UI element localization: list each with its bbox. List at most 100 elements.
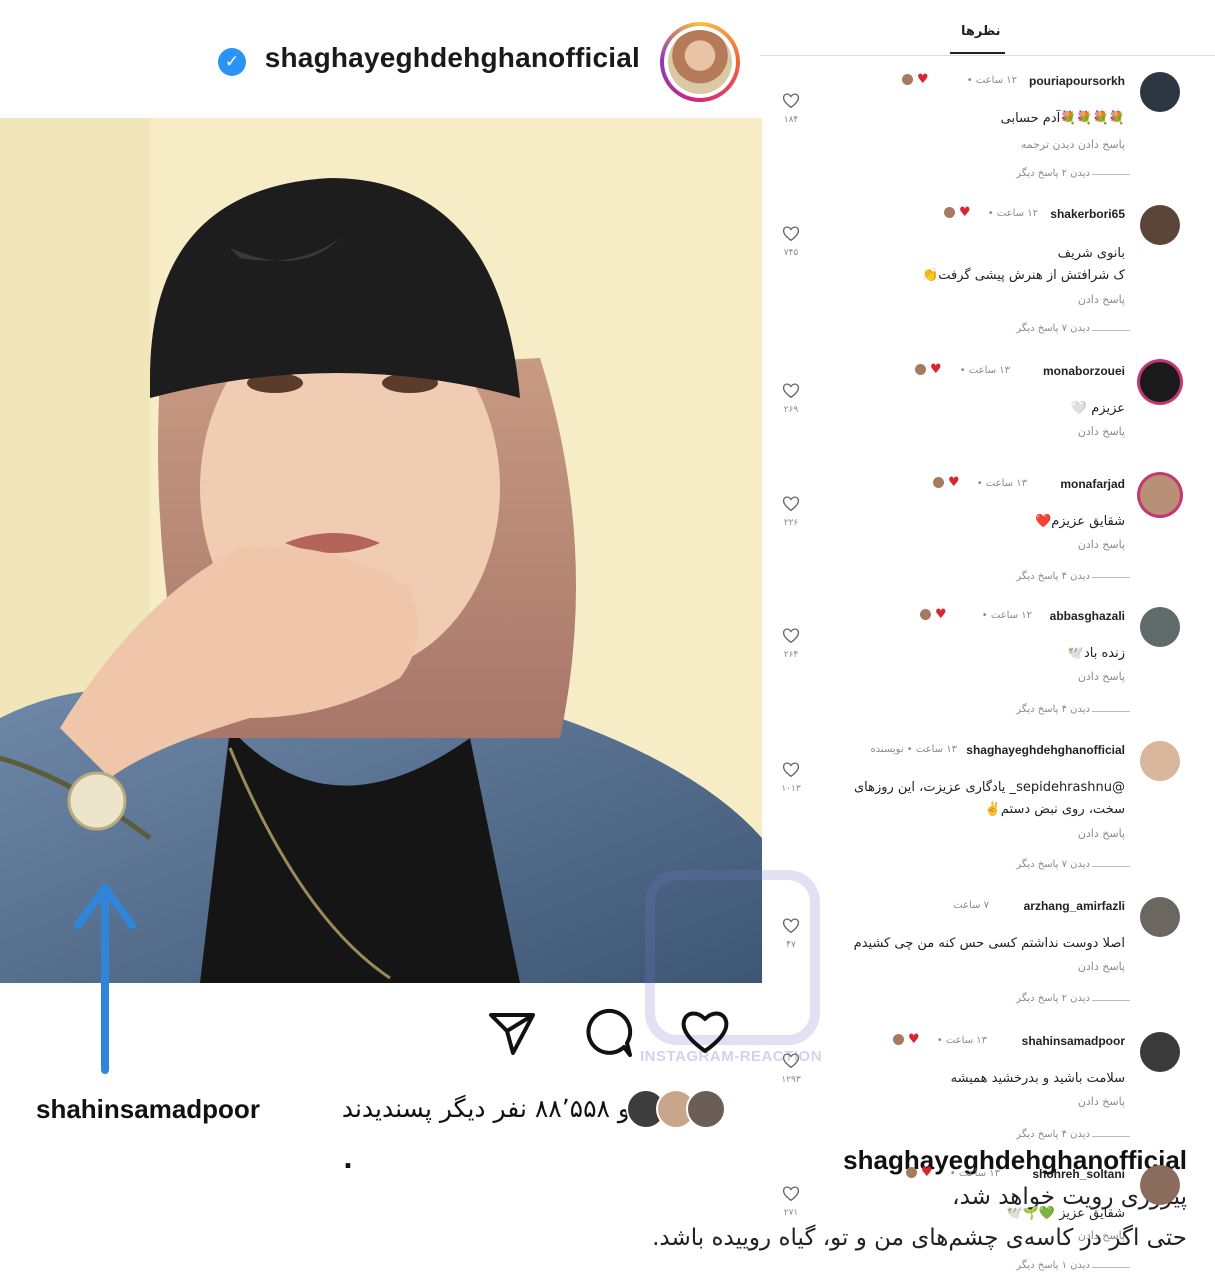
commenter-avatar[interactable]: [1140, 475, 1180, 515]
heart-outline-icon: [782, 628, 800, 644]
comment-like-count: ۲۶۹: [783, 405, 799, 415]
author-liked-icon: ♥: [920, 607, 960, 622]
commenter-username[interactable]: pouriapoursorkh: [1029, 74, 1125, 88]
comment-text: شقایق عزیزم❤️: [1035, 514, 1125, 529]
reply-button[interactable]: پاسخ دادن: [1078, 425, 1125, 438]
comment-like-button[interactable]: ۲۲۶: [780, 495, 802, 528]
heart-outline-icon: [782, 762, 800, 778]
commenter-username[interactable]: monaborzouei: [1043, 364, 1125, 378]
view-replies-link[interactable]: دیدن ۲ پاسخ دیگر: [1016, 168, 1090, 179]
divider: [1092, 577, 1130, 578]
share-icon[interactable]: [485, 1005, 539, 1059]
comment-like-count: ۲۷۱: [783, 1208, 799, 1218]
author-liked-icon: ♥: [906, 1165, 946, 1180]
post-author-username[interactable]: shaghayeghdehghanofficial: [265, 42, 640, 74]
heart-outline-icon: [782, 93, 800, 109]
reply-button[interactable]: پاسخ دادن: [1078, 1229, 1125, 1242]
comment-like-button[interactable]: ۲۶۹: [780, 382, 802, 415]
comment-like-count: ۲۲۶: [783, 518, 799, 528]
comment-text: @sepidehrashnu_ یادگاری عزیزت، این روزها…: [853, 780, 1125, 795]
commenter-username[interactable]: shohreh_soltani: [1032, 1167, 1125, 1181]
heart-outline-icon: [782, 1186, 800, 1202]
comment-like-button[interactable]: ۷۴۵: [780, 225, 802, 258]
commenter-avatar[interactable]: [1140, 741, 1180, 781]
view-replies-link[interactable]: دیدن ۴ پاسخ دیگر: [1016, 704, 1090, 715]
author-liked-icon: ♥: [893, 1032, 933, 1047]
likes-count-text[interactable]: و ۸۸٬۵۵۸ نفر دیگر پسندیدند: [342, 1094, 630, 1123]
reply-button[interactable]: پاسخ دادن: [1078, 538, 1125, 551]
view-replies-link[interactable]: دیدن ۷ پاسخ دیگر: [1016, 859, 1090, 870]
comment-text: سخت، روی نبض دستم✌️: [984, 802, 1125, 817]
author-liked-icon: ♥: [933, 475, 973, 490]
commenter-avatar[interactable]: [1140, 1165, 1180, 1205]
commenter-avatar[interactable]: [1140, 72, 1180, 112]
commenter-username[interactable]: arzhang_amirfazli: [1024, 899, 1125, 913]
view-replies-link[interactable]: دیدن ۷ پاسخ دیگر: [1016, 323, 1090, 334]
heart-outline-icon: [782, 383, 800, 399]
comment-like-button[interactable]: ۲۷۱: [780, 1185, 802, 1218]
comment-like-button[interactable]: ۱۰۱۳: [780, 761, 802, 794]
commenter-avatar[interactable]: [1140, 362, 1180, 402]
author-avatar[interactable]: [660, 22, 740, 102]
verified-badge-icon: ✓: [218, 48, 246, 76]
comment-text: زنده باد🕊️: [1067, 646, 1125, 661]
commenter-username[interactable]: shahinsamadpoor: [1022, 1034, 1125, 1048]
comment-icon[interactable]: [580, 1005, 634, 1059]
selfie-illustration: [0, 118, 762, 983]
post-header: ✓ shaghayeghdehghanofficial: [0, 0, 760, 115]
comment-time: ۱۳ ساعت •: [936, 1035, 987, 1046]
post-photo[interactable]: [0, 118, 762, 983]
comment-time: ۱۲ ساعت •: [987, 208, 1038, 219]
comment-text: عزیزم 🤍: [1070, 401, 1125, 416]
divider: [1092, 711, 1130, 712]
commenter-avatar[interactable]: [1140, 897, 1180, 937]
comment-item: shakerbori65 ۱۲ ساعت • ♥ بانوی شریف ک شر…: [760, 205, 1215, 345]
comment-like-count: ۱۲۹۳: [781, 1075, 801, 1085]
comment-item: shahinsamadpoor ۱۳ ساعت • ♥ سلامت باشید …: [760, 1032, 1215, 1152]
comment-like-button[interactable]: ۱۸۴: [780, 92, 802, 125]
comment-text: سلامت باشید و بدرخشید همیشه: [950, 1071, 1125, 1086]
commenter-avatar[interactable]: [1140, 205, 1180, 245]
comment-item: pouriapoursorkh ۱۲ ساعت • ♥ 💐💐💐💐آدم حساب…: [760, 72, 1215, 192]
commenter-avatar[interactable]: [1140, 607, 1180, 647]
comment-like-button[interactable]: ۱۲۹۳: [780, 1052, 802, 1085]
reply-button[interactable]: پاسخ دادن: [1078, 827, 1125, 840]
likes-row: shahinsamadpoor و ۸۸٬۵۵۸ نفر دیگر پسندید…: [0, 1082, 760, 1137]
reply-button[interactable]: پاسخ دادن: [1078, 670, 1125, 683]
comment-like-button[interactable]: ۲۶۴: [780, 627, 802, 660]
liker-avatar: [686, 1089, 726, 1129]
commenter-avatar[interactable]: [1140, 1032, 1180, 1072]
author-liked-icon: ♥: [915, 362, 955, 377]
view-replies-link[interactable]: دیدن ۱ پاسخ دیگر: [1016, 1260, 1090, 1271]
divider: [1092, 1267, 1130, 1268]
comment-item: monaborzouei ۱۳ ساعت • ♥ عزیزم 🤍 پاسخ دا…: [760, 362, 1215, 462]
divider: [1092, 866, 1130, 867]
commenter-username[interactable]: shaghayeghdehghanofficial: [966, 743, 1125, 757]
commenter-username[interactable]: abbasghazali: [1050, 609, 1125, 623]
reply-button[interactable]: پاسخ دادن دیدن ترجمه: [1021, 138, 1125, 151]
divider: [1092, 1136, 1130, 1137]
comment-like-button[interactable]: ۴۷: [780, 917, 802, 950]
post-actions: [0, 985, 760, 1075]
reply-button[interactable]: پاسخ دادن: [1078, 293, 1125, 306]
commenter-username[interactable]: shakerbori65: [1050, 207, 1125, 221]
comment-time: ۱۳ ساعت •: [959, 365, 1010, 376]
reply-button[interactable]: پاسخ دادن: [1078, 960, 1125, 973]
view-replies-link[interactable]: دیدن ۴ پاسخ دیگر: [1016, 1129, 1090, 1140]
comment-item: arzhang_amirfazli ۷ ساعت اصلا دوست نداشت…: [760, 897, 1215, 1017]
comment-item: shohreh_soltani ۱۳ ساعت • ♥ شقایق عزیز 💚…: [760, 1165, 1215, 1277]
view-replies-link[interactable]: دیدن ۴ پاسخ دیگر: [1016, 571, 1090, 582]
comments-header: نظرها: [760, 0, 1215, 56]
divider: [1092, 330, 1130, 331]
comment-item: monafarjad ۱۳ ساعت • ♥ شقایق عزیزم❤️ پاس…: [760, 475, 1215, 595]
divider: [1092, 174, 1130, 175]
comment-like-count: ۷۴۵: [783, 248, 799, 258]
liked-by-username[interactable]: shahinsamadpoor: [36, 1094, 260, 1125]
view-replies-link[interactable]: دیدن ۲ پاسخ دیگر: [1016, 993, 1090, 1004]
like-heart-icon[interactable]: [678, 1005, 732, 1059]
comment-like-count: ۲۶۴: [783, 650, 799, 660]
commenter-username[interactable]: monafarjad: [1060, 477, 1125, 491]
comments-tab-title[interactable]: نظرها: [961, 24, 1001, 39]
author-liked-icon: ♥: [902, 72, 942, 87]
reply-button[interactable]: پاسخ دادن: [1078, 1095, 1125, 1108]
